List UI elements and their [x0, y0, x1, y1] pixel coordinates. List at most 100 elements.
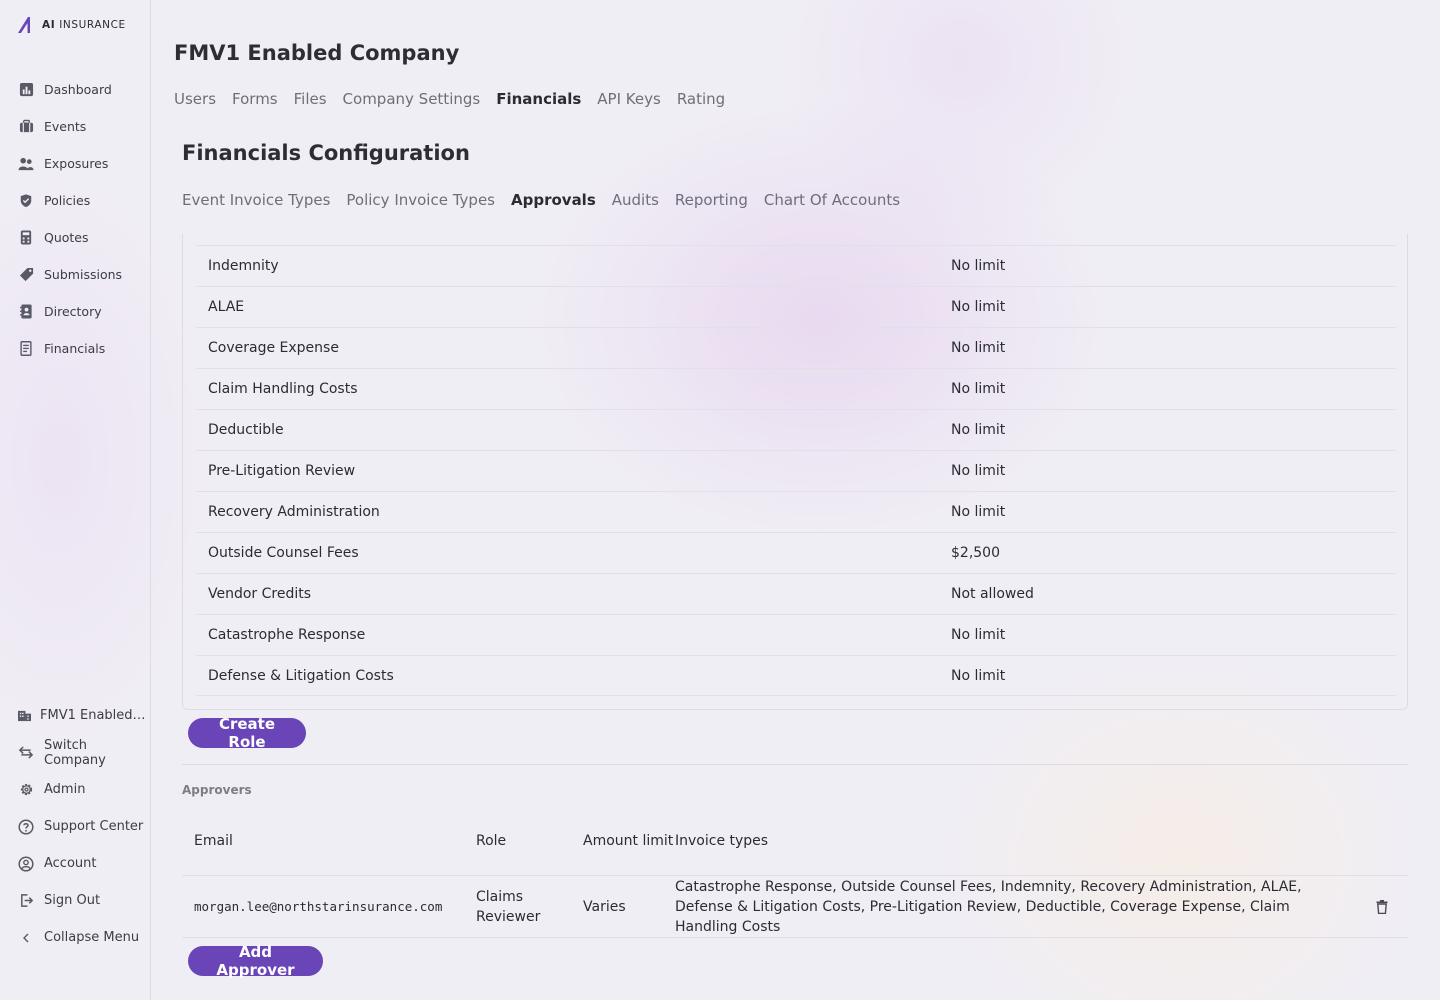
- admin-link[interactable]: Admin: [0, 771, 150, 808]
- limit-value: No limit: [951, 504, 1006, 520]
- sidebar-item-label: Directory: [44, 304, 102, 319]
- sidebar-item-label: Dashboard: [44, 82, 112, 97]
- limit-value: No limit: [951, 463, 1006, 479]
- page-title: FMV1 Enabled Company: [174, 41, 460, 65]
- account-link[interactable]: Account: [0, 845, 150, 882]
- admin-label: Admin: [44, 782, 86, 797]
- brand-logo[interactable]: AI INSURANCE: [16, 15, 126, 35]
- collapse-menu-label: Collapse Menu: [44, 930, 140, 945]
- column-header-invoice-types: Invoice types: [675, 832, 769, 849]
- table-row: Outside Counsel Fees $2,500: [196, 532, 1396, 573]
- table-row: Recovery Administration No limit: [196, 491, 1396, 532]
- limit-name: Recovery Administration: [208, 504, 380, 520]
- sidebar-item-dashboard[interactable]: Dashboard: [0, 71, 150, 108]
- limit-value: No limit: [951, 340, 1006, 356]
- sidebar-item-events[interactable]: Events: [0, 108, 150, 145]
- approver-amount-limit: Varies: [583, 898, 626, 915]
- limit-value: Not allowed: [951, 586, 1034, 602]
- tab-forms[interactable]: Forms: [232, 90, 278, 108]
- sidebar-item-submissions[interactable]: Submissions: [0, 256, 150, 293]
- sign-out-label: Sign Out: [44, 893, 101, 908]
- switch-company-button[interactable]: Switch Company: [0, 734, 150, 771]
- delete-approver-button[interactable]: [1355, 899, 1408, 914]
- tab-approvals[interactable]: Approvals: [511, 191, 596, 209]
- table-row: Vendor Credits Not allowed: [196, 573, 1396, 614]
- sidebar: AI INSURANCE Dashboard Events Exposures …: [0, 0, 151, 1000]
- calculator-icon: [18, 230, 34, 246]
- sidebar-item-directory[interactable]: Directory: [0, 293, 150, 330]
- limit-value: No limit: [951, 381, 1006, 397]
- sidebar-item-label: Submissions: [44, 267, 123, 282]
- sidebar-item-policies[interactable]: Policies: [0, 182, 150, 219]
- table-row: Pre-Litigation Review No limit: [196, 450, 1396, 491]
- tab-event-invoice-types[interactable]: Event Invoice Types: [182, 191, 330, 209]
- sidebar-item-label: Quotes: [44, 230, 89, 245]
- limit-name: Defense & Litigation Costs: [208, 667, 394, 684]
- account-label: Account: [44, 856, 97, 871]
- approver-email: morgan.lee@northstarinsurance.com: [194, 899, 443, 914]
- main-content: FMV1 Enabled Company Users Forms Files C…: [151, 0, 1440, 1000]
- add-approver-button[interactable]: Add Approver: [188, 943, 323, 979]
- sidebar-item-exposures[interactable]: Exposures: [0, 145, 150, 182]
- tab-chart-of-accounts[interactable]: Chart Of Accounts: [764, 191, 900, 209]
- column-header-amount: Amount limit: [583, 832, 674, 849]
- create-role-button[interactable]: Create Role: [188, 715, 306, 751]
- approver-role: Claims Reviewer: [476, 888, 541, 925]
- switch-arrows-icon: [18, 745, 34, 761]
- tab-users[interactable]: Users: [174, 90, 216, 108]
- shield-icon: [18, 193, 34, 209]
- contact-book-icon: [18, 304, 34, 320]
- tab-audits[interactable]: Audits: [612, 191, 659, 209]
- support-center-link[interactable]: Support Center: [0, 808, 150, 845]
- table-row: Claim Handling Costs No limit: [196, 368, 1396, 409]
- support-center-label: Support Center: [44, 819, 144, 834]
- limit-name: Deductible: [208, 422, 284, 438]
- switch-company-label: Switch Company: [44, 737, 106, 768]
- tag-icon: [18, 267, 34, 283]
- tab-api-keys[interactable]: API Keys: [597, 90, 661, 108]
- building-icon: [16, 708, 32, 724]
- table-row: Catastrophe Response No limit: [196, 614, 1396, 655]
- sidebar-item-financials[interactable]: Financials: [0, 330, 150, 367]
- sidebar-item-label: Financials: [44, 341, 106, 356]
- briefcase-icon: [18, 119, 34, 135]
- table-row: morgan.lee@northstarinsurance.com Claims…: [182, 876, 1408, 938]
- company-tabs: Users Forms Files Company Settings Finan…: [174, 90, 725, 108]
- help-icon: [18, 818, 34, 835]
- trash-icon: [1376, 899, 1387, 914]
- user-circle-icon: [18, 855, 34, 872]
- approver-invoice-types: Catastrophe Response, Outside Counsel Fe…: [675, 878, 1302, 935]
- limit-value: No limit: [951, 422, 1006, 438]
- limit-name: Indemnity: [208, 258, 279, 274]
- table-row: Indemnity No limit: [196, 245, 1396, 286]
- collapse-menu-button[interactable]: Collapse Menu: [0, 919, 150, 956]
- sign-out-button[interactable]: Sign Out: [0, 882, 150, 919]
- current-company[interactable]: FMV1 Enabled Company: [0, 697, 150, 734]
- limit-value: No limit: [951, 627, 1006, 643]
- limit-name: Outside Counsel Fees: [208, 545, 359, 561]
- table-header: Email Role Amount limit Invoice types: [182, 806, 1408, 876]
- limit-name: Pre-Litigation Review: [208, 463, 356, 479]
- chevron-left-icon: [18, 930, 34, 946]
- limit-name: Catastrophe Response: [208, 627, 366, 643]
- people-icon: [18, 156, 34, 172]
- logo-text: AI INSURANCE: [42, 19, 126, 31]
- section-title: Financials Configuration: [182, 141, 470, 165]
- sidebar-bottom: FMV1 Enabled Company Switch Company Admi…: [0, 697, 150, 956]
- tab-financials[interactable]: Financials: [496, 90, 581, 108]
- tab-company-settings[interactable]: Company Settings: [343, 90, 481, 108]
- sign-out-icon: [18, 893, 34, 909]
- role-limits-panel: Indemnity No limit ALAE No limit Coverag…: [182, 234, 1408, 710]
- tab-files[interactable]: Files: [294, 90, 327, 108]
- tab-rating[interactable]: Rating: [677, 90, 725, 108]
- limit-value: No limit: [951, 299, 1006, 315]
- role-limits-table: Indemnity No limit ALAE No limit Coverag…: [196, 245, 1396, 696]
- sidebar-item-label: Events: [44, 119, 87, 134]
- sidebar-item-quotes[interactable]: Quotes: [0, 219, 150, 256]
- limit-name: Coverage Expense: [208, 340, 339, 356]
- company-name: FMV1 Enabled Company: [40, 708, 146, 723]
- limit-value: No limit: [951, 667, 1006, 684]
- tab-reporting[interactable]: Reporting: [675, 191, 748, 209]
- tab-policy-invoice-types[interactable]: Policy Invoice Types: [346, 191, 495, 209]
- limit-name: Vendor Credits: [208, 586, 312, 602]
